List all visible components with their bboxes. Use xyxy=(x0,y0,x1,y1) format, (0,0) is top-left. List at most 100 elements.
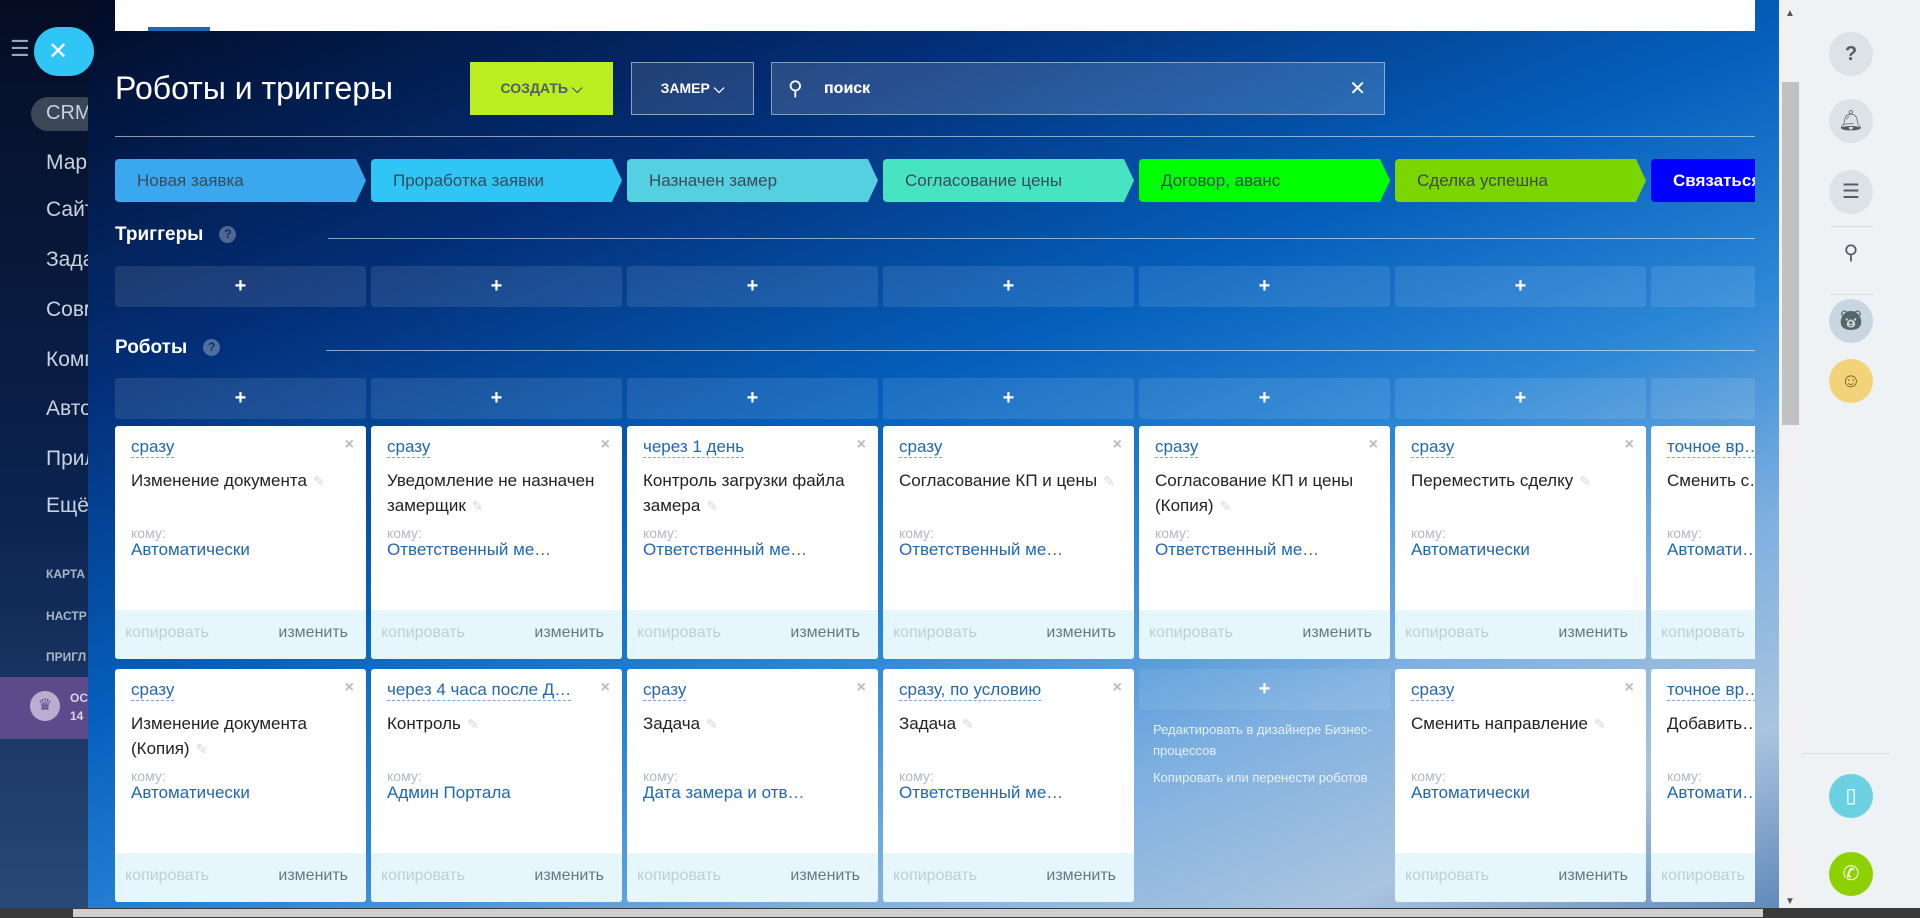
delete-icon[interactable]: × xyxy=(1625,679,1634,697)
recipient-link[interactable]: Автомати… xyxy=(1667,783,1755,803)
delete-icon[interactable]: × xyxy=(345,679,354,697)
robot-card[interactable]: сразу × Изменение документа (Копия) ✎ кому: А… xyxy=(115,669,366,902)
nav-item[interactable]: Зада xyxy=(46,248,88,272)
edit-button[interactable]: изменить xyxy=(534,624,604,642)
help-icon[interactable]: ? xyxy=(219,226,237,243)
nav-item[interactable]: Ещё xyxy=(46,494,88,518)
add-trigger-button[interactable]: + xyxy=(1139,266,1390,307)
robot-delay-link[interactable]: сразу, по условию xyxy=(899,680,1042,701)
robot-card[interactable]: точное вр…×Добавить…✎кому:Автомати…копир… xyxy=(1651,669,1755,902)
nav-item[interactable]: Мар xyxy=(46,151,87,175)
promo-banner[interactable]: ♛ ОС 14 xyxy=(0,677,88,739)
add-robot-button[interactable]: + xyxy=(627,378,878,419)
help-icon[interactable]: ? xyxy=(1829,32,1873,76)
add-trigger-button[interactable]: + xyxy=(883,266,1134,307)
scroll-down-icon[interactable]: ▼ xyxy=(1785,896,1795,907)
recipient-link[interactable]: Автоматически xyxy=(131,783,250,803)
stage-3[interactable]: Назначен замер xyxy=(627,159,878,202)
recipient-link[interactable]: Ответственный ме… xyxy=(899,783,1063,803)
delete-icon[interactable]: × xyxy=(601,436,610,454)
robot-card[interactable]: сразу × Задача ✎ кому: Дата замера и отв… копи… xyxy=(627,669,878,902)
copy-button[interactable]: копировать xyxy=(1661,867,1745,885)
help-icon[interactable]: ? xyxy=(203,339,221,356)
nav-caption[interactable]: ПРИГЛ xyxy=(46,650,86,664)
robot-card[interactable]: через 1 день × Контроль загрузки файла зам… xyxy=(627,426,878,659)
robot-delay-link[interactable]: сразу xyxy=(131,680,175,701)
clear-search-icon[interactable]: ✕ xyxy=(1349,76,1366,101)
search-input[interactable] xyxy=(824,77,1324,101)
delete-icon[interactable]: × xyxy=(857,436,866,454)
add-robot-button[interactable]: + xyxy=(1139,378,1390,419)
add-robot-button[interactable]: + xyxy=(371,378,622,419)
recipient-link[interactable]: Ответственный ме… xyxy=(387,540,551,560)
scroll-thumb[interactable] xyxy=(1782,82,1799,425)
stage-1[interactable]: Новая заявка xyxy=(115,159,366,202)
copy-button[interactable]: копировать xyxy=(125,624,209,642)
delete-icon[interactable]: × xyxy=(1113,679,1122,697)
pencil-icon[interactable]: ✎ xyxy=(313,473,325,489)
nav-caption[interactable]: НАСТР xyxy=(46,609,87,623)
robot-card[interactable]: сразу × Сменить направление ✎ кому: Автоматич… xyxy=(1395,669,1646,902)
recipient-link[interactable]: Ответственный ме… xyxy=(1155,540,1319,560)
create-button[interactable]: СОЗДАТЬ ⌵ xyxy=(470,62,613,115)
zamer-dropdown-button[interactable]: ЗАМЕР ⌵ xyxy=(631,62,754,115)
copy-button[interactable]: копировать xyxy=(1661,624,1745,642)
pencil-icon[interactable]: ✎ xyxy=(1594,716,1606,732)
edit-button[interactable]: изменить xyxy=(1046,624,1116,642)
robot-card[interactable]: сразу, по условию × Задача ✎ кому: Ответствен… xyxy=(883,669,1134,902)
scroll-up-icon[interactable]: ▲ xyxy=(1785,8,1795,19)
robot-delay-link[interactable]: точное вр… xyxy=(1667,680,1755,701)
scroll-thumb[interactable] xyxy=(73,909,1763,917)
pencil-icon[interactable]: ✎ xyxy=(472,498,484,514)
nav-crm[interactable]: CRM xyxy=(31,97,88,131)
vertical-scrollbar[interactable]: ▲ ▼ xyxy=(1779,0,1802,918)
stage-5[interactable]: Договор, аванс xyxy=(1139,159,1390,202)
copy-button[interactable]: копировать xyxy=(637,624,721,642)
add-robot-button[interactable]: + xyxy=(1395,378,1646,419)
delete-icon[interactable]: × xyxy=(1625,436,1634,454)
pencil-icon[interactable]: ✎ xyxy=(467,716,479,732)
copy-button[interactable]: копировать xyxy=(381,624,465,642)
stage-2[interactable]: Проработка заявки xyxy=(371,159,622,202)
stage-6[interactable]: Сделка успешна xyxy=(1395,159,1646,202)
avatar-woman[interactable]: ☺ xyxy=(1829,359,1873,403)
nav-item[interactable]: Прил xyxy=(46,447,88,471)
edit-button[interactable]: изменить xyxy=(1558,867,1628,885)
copy-button[interactable]: копировать xyxy=(637,867,721,885)
copy-button[interactable]: копировать xyxy=(1405,867,1489,885)
copy-button[interactable]: копировать xyxy=(1149,624,1233,642)
copy-button[interactable]: копировать xyxy=(1405,624,1489,642)
stage-7[interactable]: Связаться xyxy=(1651,159,1755,202)
nav-caption[interactable]: КАРТА xyxy=(46,567,85,581)
add-trigger-button[interactable]: + xyxy=(1395,266,1646,307)
nav-item[interactable]: Авто xyxy=(46,397,88,421)
recipient-link[interactable]: Автоматически xyxy=(1411,540,1530,560)
edit-button[interactable]: изменить xyxy=(278,624,348,642)
robot-delay-link[interactable]: через 4 часа после Д… xyxy=(387,680,572,701)
robot-card[interactable]: точное вр…×Сменить с…✎кому:Автомати…копи… xyxy=(1651,426,1755,659)
robot-delay-link[interactable]: сразу xyxy=(1411,680,1455,701)
copy-button[interactable]: копировать xyxy=(893,624,977,642)
add-trigger-button[interactable]: + xyxy=(627,266,878,307)
add-trigger-button[interactable]: + xyxy=(371,266,622,307)
robot-delay-link[interactable]: сразу xyxy=(1155,437,1199,458)
edit-button[interactable]: изменить xyxy=(790,867,860,885)
nav-item[interactable]: Совм xyxy=(46,298,88,322)
robot-delay-link[interactable]: сразу xyxy=(387,437,431,458)
pencil-icon[interactable]: ✎ xyxy=(1220,498,1232,514)
recipient-link[interactable]: Автоматически xyxy=(131,540,250,560)
avatar-bear[interactable]: 🐻︎ xyxy=(1829,299,1873,343)
add-robot-button[interactable]: + xyxy=(1139,669,1390,710)
copy-button[interactable]: копировать xyxy=(125,867,209,885)
delete-icon[interactable]: × xyxy=(601,679,610,697)
edit-button[interactable]: изменить xyxy=(1558,624,1628,642)
edit-button[interactable]: изменить xyxy=(1046,867,1116,885)
recipient-link[interactable]: Ответственный ме… xyxy=(643,540,807,560)
robot-delay-link[interactable]: сразу xyxy=(131,437,175,458)
robot-card[interactable]: через 4 часа после Д… × Контроль ✎ кому: Адми… xyxy=(371,669,622,902)
search-icon[interactable]: ⚲ xyxy=(1829,231,1873,275)
recipient-link[interactable]: Автоматически xyxy=(1411,783,1530,803)
edit-button[interactable]: изменить xyxy=(1302,624,1372,642)
edit-button[interactable]: изменить xyxy=(534,867,604,885)
add-robot-button[interactable]: + xyxy=(1651,378,1755,419)
